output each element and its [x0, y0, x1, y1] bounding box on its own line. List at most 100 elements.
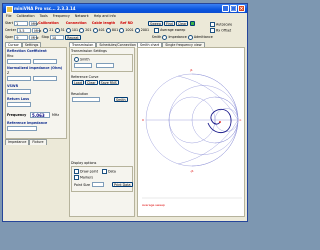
- impedance-radio[interactable]: [162, 34, 168, 40]
- menu-network[interactable]: Network: [75, 14, 89, 18]
- ref-label: Ref RD: [120, 21, 133, 25]
- reference-curve-heading: Reference Curve: [71, 75, 99, 79]
- smith-label-left: 0: [142, 118, 144, 122]
- cursor-panel: Reflection Coefficient Rho Normalized im…: [5, 47, 67, 139]
- rho-angle-field: [33, 59, 57, 64]
- span-input[interactable]: 9: [14, 34, 29, 40]
- toolbar-row-1: Start 1 MHz Calibration Connection Cable…: [5, 20, 245, 27]
- draw-point-checkbox[interactable]: [74, 169, 79, 174]
- run-indicator[interactable]: [189, 20, 195, 26]
- points-2001-radio[interactable]: [134, 27, 140, 33]
- averaging-label: Average sweep: [160, 28, 186, 32]
- data-label: Data: [108, 169, 116, 174]
- smith-option-label: Smith: [80, 57, 90, 62]
- point-size-label: Point Size: [74, 183, 91, 187]
- repeat-button[interactable]: Repeat: [65, 34, 81, 40]
- rx-offset-check-row: Rx Offset: [210, 28, 231, 33]
- print-data-button[interactable]: Print Data: [112, 182, 133, 187]
- menu-calibration[interactable]: Calibration: [17, 14, 35, 18]
- data-row: Data: [102, 169, 116, 174]
- tab-impedance[interactable]: Impedance: [5, 139, 30, 145]
- menu-help[interactable]: Help and info: [94, 14, 116, 18]
- return-loss-heading: Return Loss: [7, 97, 30, 101]
- tab-fixture[interactable]: Fixture: [29, 139, 47, 145]
- rho-mag-field: [7, 59, 31, 64]
- smith-option-radio[interactable]: [74, 57, 79, 62]
- menu-frequency[interactable]: Frequency: [53, 14, 70, 18]
- points-101-label: 101: [71, 28, 79, 32]
- transmission-field-1[interactable]: [74, 63, 92, 68]
- start-input[interactable]: 1: [14, 20, 29, 26]
- smith-label-bottom: -j1: [190, 169, 194, 173]
- center-label: Center: [5, 28, 17, 32]
- points-101-radio[interactable]: [65, 27, 71, 33]
- normalized-impedance-heading: Normalized impedance (Ohm): [7, 66, 63, 70]
- span-unit[interactable]: MHz: [29, 34, 38, 40]
- admittance-radio[interactable]: [187, 34, 193, 40]
- clear-ref-button[interactable]: Clear: [84, 80, 98, 85]
- reference-impedance-label: Reference impedance: [7, 121, 48, 125]
- autoscale-check-row: Autoscale: [210, 22, 232, 27]
- stop-input[interactable]: 10: [50, 34, 65, 40]
- connection-label: Connection: [65, 21, 87, 25]
- smith-legend: Average sweep: [142, 203, 165, 207]
- menu-file[interactable]: File: [6, 14, 12, 18]
- points-21-radio[interactable]: [43, 27, 49, 33]
- start-unit[interactable]: MHz: [29, 20, 38, 26]
- rho-label: Rho: [7, 54, 14, 58]
- points-201-label: 201: [85, 28, 92, 32]
- points-21-label: 21: [49, 28, 54, 32]
- load-button[interactable]: Load: [72, 80, 84, 85]
- transmission-panel: Transmission Settings Smith Reference Cu…: [69, 47, 135, 217]
- resolution-field[interactable]: [72, 97, 100, 102]
- rx-offset-checkbox[interactable]: [210, 28, 215, 33]
- markers-row: Markers: [74, 175, 93, 180]
- resolution-smith-button[interactable]: Smith: [114, 97, 128, 102]
- transmission-settings-heading: Transmission Settings: [71, 49, 107, 53]
- averaging-checkbox[interactable]: [154, 27, 160, 33]
- clear-button[interactable]: Clear: [175, 20, 189, 26]
- menu-tools[interactable]: Tools: [40, 14, 48, 18]
- calibration-status: Calibration: [38, 21, 59, 25]
- z-real-field: [7, 76, 31, 81]
- smith-label-right: ∞: [239, 118, 242, 122]
- points-801-label: 801: [111, 28, 119, 32]
- reference-impedance-field[interactable]: [7, 126, 37, 131]
- points-401-radio[interactable]: [92, 27, 98, 33]
- autoscale-checkbox[interactable]: [210, 22, 215, 27]
- admittance-label: Admittance: [193, 35, 213, 39]
- smith-label: Smith: [151, 35, 162, 39]
- data-checkbox[interactable]: [102, 169, 107, 174]
- points-1001-radio[interactable]: [119, 27, 125, 33]
- close-button[interactable]: ×: [238, 5, 245, 12]
- transmission-settings-group: Smith: [71, 54, 133, 72]
- sweep-button[interactable]: Sweep: [147, 20, 163, 26]
- taskbar-area: [0, 226, 250, 250]
- app-window: miniVNA Pro vsc... 2.3.3.14 _ □ × File C…: [2, 3, 248, 222]
- display-options-heading: Display options: [71, 161, 97, 165]
- left-bottom-tabs: Impedance Fixture: [5, 139, 47, 145]
- markers-label: Markers: [80, 175, 94, 180]
- smith-marker: [219, 121, 221, 123]
- reference-curve-buttons: Load Clear Save RNS: [72, 80, 132, 85]
- find-button[interactable]: Find: [164, 20, 175, 26]
- points-51-radio[interactable]: [54, 27, 60, 33]
- minimize-button[interactable]: _: [222, 5, 229, 12]
- markers-checkbox[interactable]: [74, 175, 79, 180]
- span-label: Span: [5, 35, 14, 39]
- point-size-field[interactable]: [92, 182, 104, 187]
- points-801-radio[interactable]: [105, 27, 111, 33]
- center-unit[interactable]: MHz: [32, 27, 41, 33]
- points-2001-label: 2001: [140, 28, 150, 32]
- save-rns-button[interactable]: Save RNS: [98, 80, 119, 85]
- vswr-field: [7, 89, 31, 94]
- smith-chart[interactable]: j1 -j1 ∞ 0 Average sweep: [138, 48, 246, 218]
- window-title: miniVNA Pro vsc... 2.3.3.14: [14, 6, 76, 11]
- frequency-field[interactable]: 5.063: [30, 112, 50, 118]
- points-201-radio[interactable]: [79, 27, 85, 33]
- center-input[interactable]: 5.5: [17, 27, 32, 33]
- toolbar-row-3: Span 9 MHz Stop 10 Repeat Smith Impedanc…: [5, 34, 245, 41]
- transmission-field-2[interactable]: [96, 63, 114, 68]
- maximize-button[interactable]: □: [230, 5, 237, 12]
- z-label: Z: [7, 71, 10, 75]
